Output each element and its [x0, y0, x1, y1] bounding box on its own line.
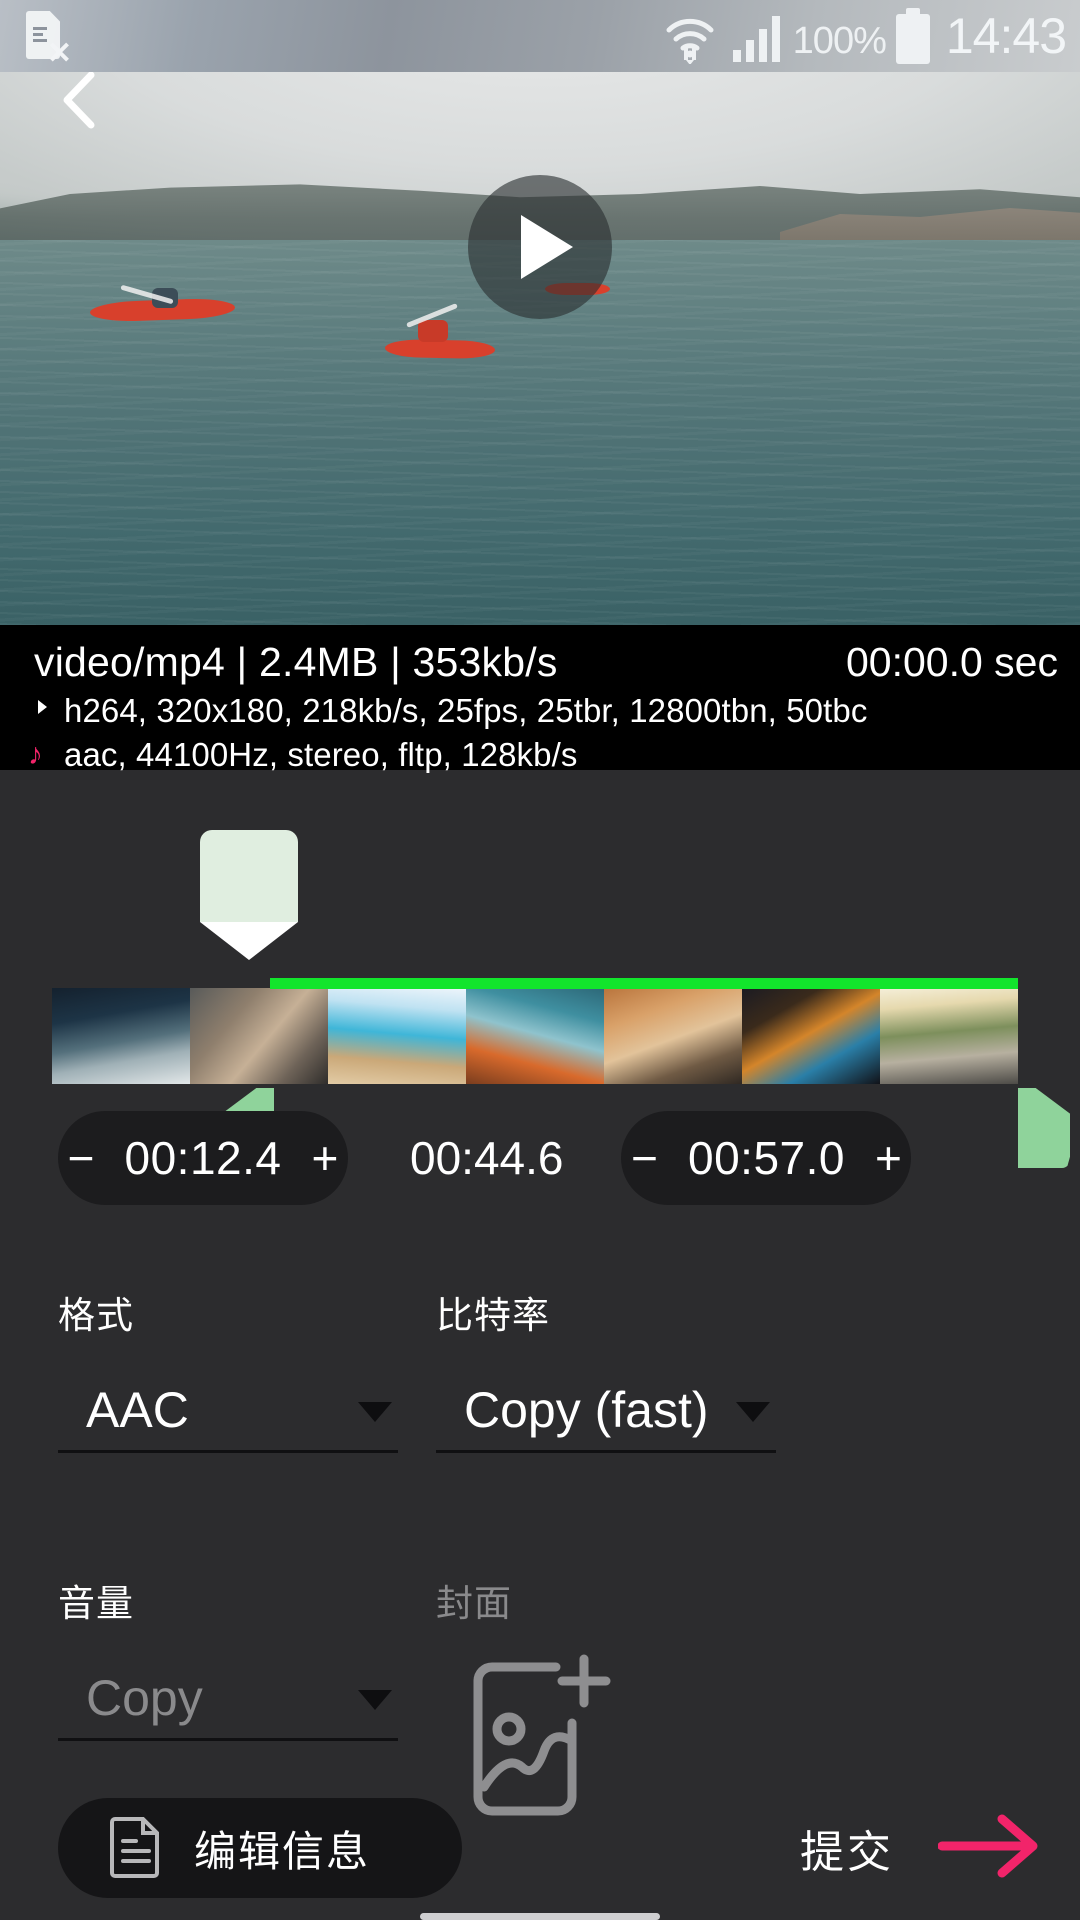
media-title: video/mp4 | 2.4MB | 353kb/s	[34, 639, 558, 685]
document-icon	[110, 1814, 162, 1883]
filmstrip-thumbnail	[328, 988, 466, 1084]
status-bar-right: 100% 14:43	[661, 8, 1067, 65]
playhead-body	[200, 830, 298, 922]
volume-value: Copy	[86, 1670, 203, 1726]
video-preview[interactable]	[0, 0, 1080, 625]
chevron-down-icon	[736, 1402, 770, 1422]
start-time-stepper[interactable]: − 00:12.4 +	[58, 1110, 348, 1205]
bitrate-value: Copy (fast)	[464, 1382, 709, 1438]
bitrate-field: 比特率 Copy (fast)	[436, 1285, 776, 1453]
battery-full-icon	[895, 8, 930, 64]
bitrate-select[interactable]: Copy (fast)	[436, 1379, 776, 1453]
submit-button[interactable]: 提交	[800, 1798, 1042, 1898]
play-icon[interactable]	[468, 175, 612, 319]
media-duration: 00:00.0 sec	[846, 639, 1058, 685]
status-bar-left: ✕	[22, 9, 72, 69]
end-time-stepper[interactable]: − 00:57.0 +	[621, 1110, 912, 1205]
filmstrip-thumbnail	[742, 988, 880, 1084]
selection-range-bar	[270, 978, 1018, 989]
audio-stream-text: aac, 44100Hz, stereo, fltp, 128kb/s	[64, 736, 578, 773]
volume-label: 音量	[58, 1583, 134, 1624]
settings-row-1: 格式 AAC 比特率 Copy (fast)	[0, 1285, 1080, 1453]
filmstrip-thumbnail	[466, 988, 604, 1084]
play-triangle	[521, 215, 573, 279]
thumbnail-filmstrip[interactable]	[52, 988, 1018, 1084]
wifi-icon	[661, 10, 719, 65]
status-bar: ✕ 100% 14:43	[0, 0, 1080, 72]
filmstrip-thumbnail	[52, 988, 190, 1084]
audio-stream-row: ♪ aac, 44100Hz, stereo, fltp, 128kb/s	[0, 736, 1080, 774]
start-time-value[interactable]: 00:12.4	[125, 1131, 282, 1185]
filmstrip-thumbnail	[190, 988, 328, 1084]
back-chevron-icon[interactable]	[40, 65, 120, 135]
video-stream-text: h264, 320x180, 218kb/s, 25fps, 25tbr, 12…	[64, 692, 868, 729]
volume-select[interactable]: Copy	[58, 1667, 398, 1741]
playhead-tip	[200, 922, 298, 960]
submit-label: 提交	[800, 1828, 894, 1877]
filmstrip-thumbnail	[880, 988, 1018, 1084]
video-stream-row: h264, 320x180, 218kb/s, 25fps, 25tbr, 12…	[0, 692, 1080, 730]
battery-percent: 100%	[792, 20, 887, 62]
bitrate-label: 比特率	[436, 1295, 550, 1336]
format-select[interactable]: AAC	[58, 1379, 398, 1453]
selected-duration: 00:44.6	[410, 1131, 564, 1184]
navigation-hint-bar	[420, 1913, 660, 1920]
start-time-decrement-button[interactable]: −	[68, 1135, 95, 1181]
media-info-header: video/mp4 | 2.4MB | 353kb/s 00:00.0 sec	[0, 639, 1080, 686]
format-field: 格式 AAC	[58, 1285, 398, 1453]
kayaker	[418, 320, 448, 342]
edit-info-button[interactable]: 编辑信息	[58, 1798, 462, 1898]
end-time-value[interactable]: 00:57.0	[688, 1131, 845, 1185]
arrow-right-icon[interactable]	[937, 1811, 1042, 1886]
end-time-increment-button[interactable]: +	[875, 1135, 902, 1181]
bottom-action-bar: 编辑信息 提交	[0, 1788, 1080, 1920]
trim-timeline[interactable]	[0, 770, 1080, 1168]
end-time-decrement-button[interactable]: −	[631, 1135, 658, 1181]
start-time-increment-button[interactable]: +	[312, 1135, 339, 1181]
playhead-marker[interactable]	[200, 830, 298, 960]
cellular-signal-icon	[729, 10, 783, 64]
cover-label: 封面	[436, 1583, 512, 1624]
chevron-down-icon	[358, 1690, 392, 1710]
chevron-down-icon	[358, 1402, 392, 1422]
edit-info-label: 编辑信息	[194, 1827, 371, 1875]
media-info-panel: video/mp4 | 2.4MB | 353kb/s 00:00.0 sec …	[0, 625, 1080, 773]
time-controls: − 00:12.4 + 00:44.6 − 00:57.0 +	[0, 1105, 1080, 1210]
format-label: 格式	[58, 1295, 134, 1336]
filmstrip-thumbnail	[604, 988, 742, 1084]
kayak	[384, 339, 496, 359]
sim-card-error-icon: ✕	[22, 9, 72, 69]
format-value: AAC	[86, 1382, 189, 1438]
settings-fields: 格式 AAC 比特率 Copy (fast) 音量 Copy 封面	[0, 1285, 1080, 1825]
status-bar-clock: 14:43	[945, 8, 1067, 64]
video-stream-icon	[28, 694, 64, 728]
music-note-icon: ♪	[28, 738, 43, 771]
